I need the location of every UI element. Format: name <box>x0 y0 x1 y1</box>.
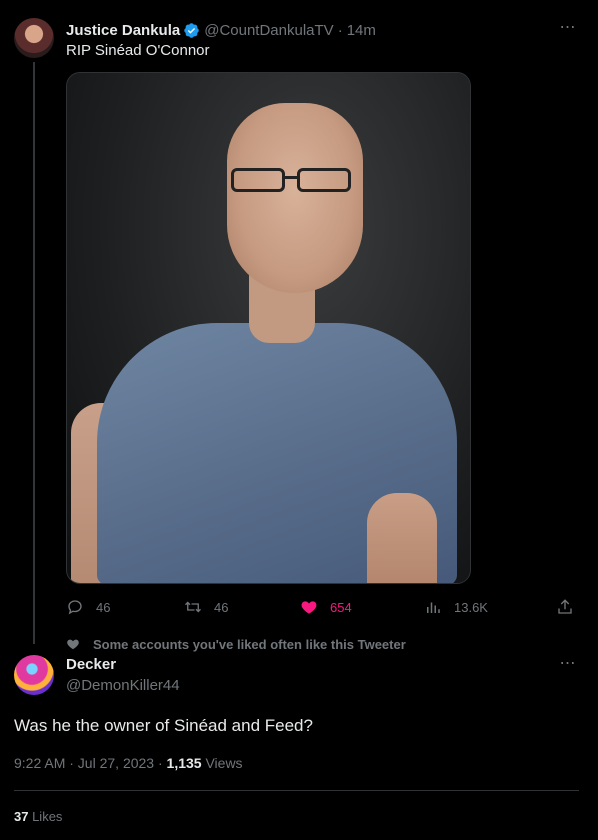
more-options-icon[interactable]: ⋯ <box>558 20 578 42</box>
reply-more-options-icon[interactable]: ⋯ <box>558 656 578 678</box>
reply-icon <box>68 600 82 615</box>
original-tweet[interactable]: Justice Dankula @CountDankulaTV · 14m ⋯ … <box>0 0 598 640</box>
heart-icon <box>67 639 79 650</box>
views-label: Views <box>201 755 243 771</box>
reply-likes[interactable]: 37 Likes <box>14 809 62 824</box>
separator-dot: · <box>337 21 343 39</box>
avatar[interactable] <box>14 18 54 58</box>
heart-filled-icon <box>301 601 317 614</box>
verified-badge-icon <box>184 22 199 38</box>
reply-timestamp[interactable]: 9:22 AM · Jul 27, 2023 · <box>14 755 167 771</box>
analytics-icon <box>427 602 440 613</box>
photo-head <box>227 103 363 293</box>
social-context-text: Some accounts you've liked often like th… <box>93 636 406 652</box>
share-button[interactable] <box>556 596 586 618</box>
like-count: 654 <box>330 599 352 615</box>
retweet-count: 46 <box>214 599 229 615</box>
like-button[interactable]: 654 <box>300 596 352 618</box>
reply-view-count: 1,135 <box>166 755 202 771</box>
views-button[interactable]: 13.6K <box>424 596 488 618</box>
reply-meta: 9:22 AM · Jul 27, 2023 · 1,135 Views <box>14 755 243 771</box>
retweet-icon <box>185 601 201 613</box>
retweet-button[interactable]: 46 <box>184 596 228 618</box>
photo-glasses <box>231 168 357 192</box>
share-icon <box>558 599 572 614</box>
reply-avatar[interactable] <box>14 655 54 695</box>
reply-author-handle[interactable]: @DemonKiller44 <box>66 677 180 694</box>
view-count: 13.6K <box>454 599 488 615</box>
photo-arm-right <box>367 493 437 583</box>
reply-button[interactable]: 46 <box>66 596 110 618</box>
social-context: Some accounts you've liked often like th… <box>66 636 406 652</box>
reply-text: Was he the owner of Sinéad and Feed? <box>14 716 313 735</box>
tweet-header: Justice Dankula @CountDankulaTV · 14m <box>66 20 376 40</box>
timestamp[interactable]: 14m <box>347 22 376 39</box>
tweet-photo[interactable] <box>66 72 471 584</box>
likes-label: Likes <box>28 809 63 824</box>
reply-author-name[interactable]: Decker <box>66 656 116 673</box>
divider <box>14 790 579 791</box>
tweet-actions: 46 46 654 13.6K <box>66 596 578 618</box>
author-handle[interactable]: @CountDankulaTV <box>204 22 333 39</box>
reply-count: 46 <box>96 599 111 615</box>
tweet-text: RIP Sinéad O'Connor <box>66 42 210 59</box>
reply-like-count: 37 <box>14 809 29 824</box>
author-name[interactable]: Justice Dankula <box>66 22 180 39</box>
